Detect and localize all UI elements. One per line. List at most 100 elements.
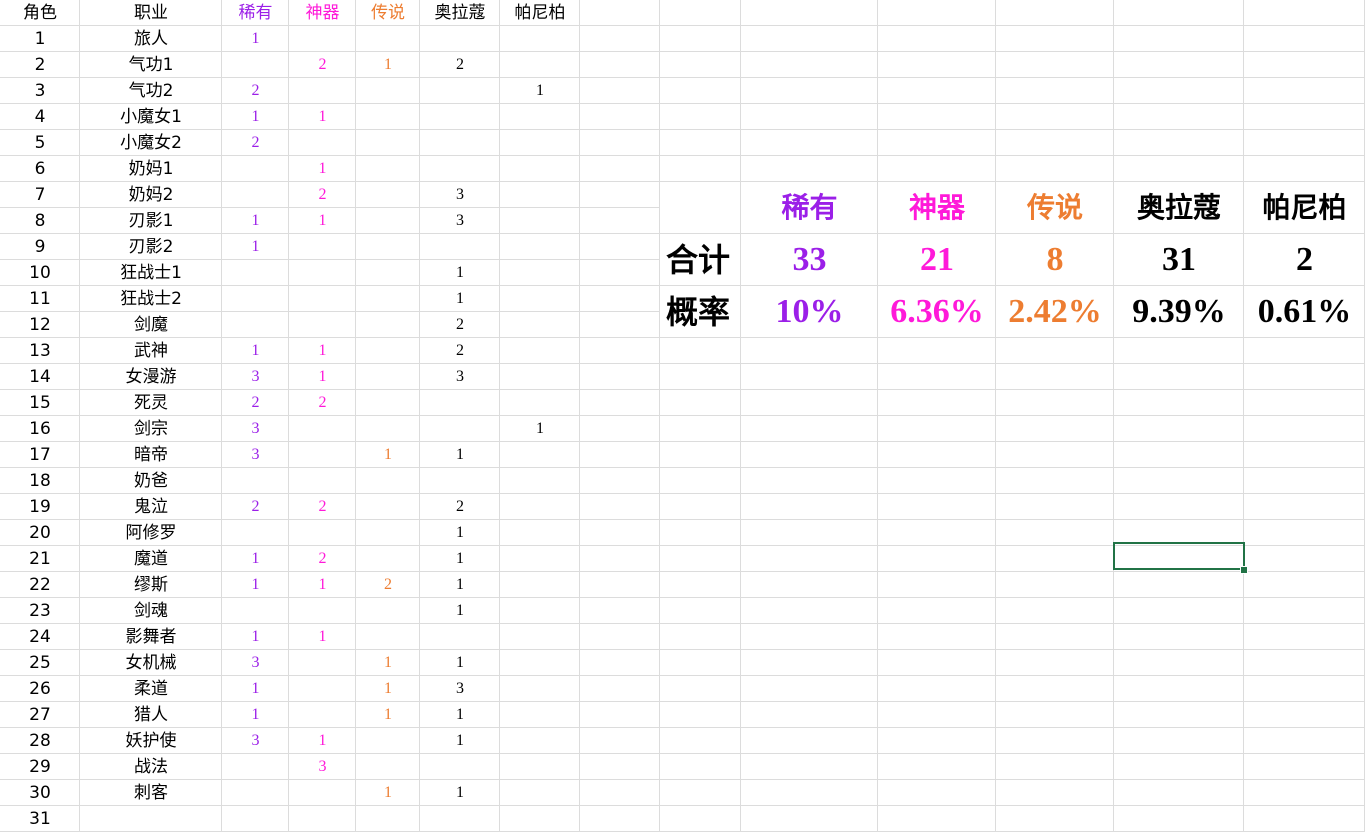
grid-cell[interactable]: [1114, 624, 1244, 650]
cell-legendary[interactable]: [356, 364, 420, 390]
grid-cell[interactable]: [660, 52, 741, 78]
cell-panibo[interactable]: [500, 442, 580, 468]
grid-cell[interactable]: [1244, 338, 1365, 364]
grid-cell[interactable]: [996, 104, 1114, 130]
cell-panibo[interactable]: [500, 26, 580, 52]
grid-cell[interactable]: [660, 780, 741, 806]
cell-artifact[interactable]: [289, 598, 356, 624]
grid-cell[interactable]: [996, 572, 1114, 598]
cell-panibo[interactable]: [500, 338, 580, 364]
grid-cell[interactable]: [580, 208, 660, 234]
cell-legendary[interactable]: [356, 390, 420, 416]
grid-cell[interactable]: [1114, 572, 1244, 598]
summary-header-olakou[interactable]: 奥拉蔻: [1114, 182, 1244, 234]
grid-cell[interactable]: [741, 52, 878, 78]
summary-header-panibo[interactable]: 帕尼柏: [1244, 182, 1365, 234]
grid-cell[interactable]: [580, 806, 660, 832]
grid-cell[interactable]: [878, 546, 996, 572]
grid-cell[interactable]: [741, 780, 878, 806]
cell-job[interactable]: 缪斯: [80, 572, 222, 598]
cell-olakou[interactable]: [420, 130, 500, 156]
cell-rare[interactable]: [222, 468, 289, 494]
cell-legendary[interactable]: [356, 598, 420, 624]
grid-cell[interactable]: [1244, 468, 1365, 494]
grid-cell[interactable]: [996, 728, 1114, 754]
grid-cell[interactable]: [1244, 52, 1365, 78]
grid-cell[interactable]: [741, 26, 878, 52]
grid-cell[interactable]: [996, 156, 1114, 182]
cell-job[interactable]: 奶爸: [80, 468, 222, 494]
cell-legendary[interactable]: [356, 208, 420, 234]
cell-olakou[interactable]: 2: [420, 338, 500, 364]
cell-artifact[interactable]: [289, 780, 356, 806]
cell-job[interactable]: 狂战士1: [80, 260, 222, 286]
cell-panibo[interactable]: [500, 754, 580, 780]
grid-cell[interactable]: [878, 624, 996, 650]
cell-olakou[interactable]: 1: [420, 260, 500, 286]
grid-cell[interactable]: [1244, 0, 1365, 26]
grid-cell[interactable]: [660, 650, 741, 676]
grid-cell[interactable]: [580, 442, 660, 468]
grid-cell[interactable]: [660, 78, 741, 104]
grid-cell[interactable]: [580, 78, 660, 104]
cell-olakou[interactable]: 1: [420, 546, 500, 572]
grid-cell[interactable]: [996, 546, 1114, 572]
grid-cell[interactable]: [580, 676, 660, 702]
grid-cell[interactable]: [1114, 702, 1244, 728]
grid-cell[interactable]: [741, 624, 878, 650]
cell-artifact[interactable]: 1: [289, 728, 356, 754]
cell-panibo[interactable]: [500, 728, 580, 754]
cell-olakou[interactable]: [420, 156, 500, 182]
grid-cell[interactable]: [1114, 754, 1244, 780]
grid-cell[interactable]: [580, 0, 660, 26]
cell-artifact[interactable]: [289, 520, 356, 546]
grid-cell[interactable]: [660, 416, 741, 442]
cell-panibo[interactable]: [500, 780, 580, 806]
cell-artifact[interactable]: [289, 442, 356, 468]
grid-cell[interactable]: [741, 0, 878, 26]
grid-cell[interactable]: [1114, 416, 1244, 442]
cell-legendary[interactable]: [356, 286, 420, 312]
cell-job[interactable]: 魔道: [80, 546, 222, 572]
grid-cell[interactable]: [996, 494, 1114, 520]
grid-cell[interactable]: [996, 702, 1114, 728]
grid-cell[interactable]: [580, 494, 660, 520]
grid-cell[interactable]: [580, 728, 660, 754]
row-number[interactable]: 10: [0, 260, 80, 286]
grid-cell[interactable]: [1244, 702, 1365, 728]
grid-cell[interactable]: [580, 520, 660, 546]
grid-cell[interactable]: [996, 364, 1114, 390]
grid-cell[interactable]: [580, 338, 660, 364]
grid-cell[interactable]: [741, 806, 878, 832]
grid-cell[interactable]: [1114, 52, 1244, 78]
cell-olakou[interactable]: [420, 754, 500, 780]
grid-cell[interactable]: [1244, 650, 1365, 676]
cell-rare[interactable]: 3: [222, 364, 289, 390]
cell-rare[interactable]: [222, 52, 289, 78]
cell-panibo[interactable]: [500, 390, 580, 416]
row-number[interactable]: 19: [0, 494, 80, 520]
total-artifact[interactable]: 21: [878, 234, 996, 286]
grid-cell[interactable]: [660, 702, 741, 728]
grid-cell[interactable]: [580, 416, 660, 442]
cell-olakou[interactable]: 1: [420, 572, 500, 598]
grid-cell[interactable]: [996, 806, 1114, 832]
total-label[interactable]: 合计: [660, 234, 741, 286]
row-number[interactable]: 20: [0, 520, 80, 546]
cell-artifact[interactable]: 1: [289, 104, 356, 130]
grid-cell[interactable]: [996, 780, 1114, 806]
row-number[interactable]: 11: [0, 286, 80, 312]
grid-cell[interactable]: [996, 130, 1114, 156]
grid-cell[interactable]: [741, 494, 878, 520]
grid-cell[interactable]: [660, 390, 741, 416]
grid-cell[interactable]: [878, 390, 996, 416]
grid-cell[interactable]: [741, 754, 878, 780]
cell-olakou[interactable]: 3: [420, 208, 500, 234]
cell-job[interactable]: 刺客: [80, 780, 222, 806]
grid-cell[interactable]: [660, 104, 741, 130]
cell-panibo[interactable]: 1: [500, 78, 580, 104]
cell-olakou[interactable]: [420, 104, 500, 130]
cell-artifact[interactable]: 2: [289, 52, 356, 78]
cell-legendary[interactable]: [356, 260, 420, 286]
cell-job[interactable]: 气功1: [80, 52, 222, 78]
